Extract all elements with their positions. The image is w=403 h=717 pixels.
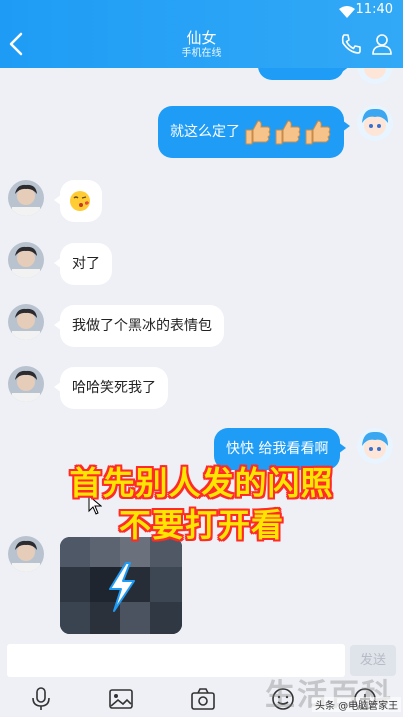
message-text: 对了 — [72, 256, 100, 272]
avatar[interactable] — [8, 242, 44, 278]
emoji-kiss-icon — [69, 190, 91, 217]
chat-header: 11:40 仙女 手机在线 — [0, 0, 403, 68]
avatar[interactable] — [8, 366, 44, 402]
message-bubble-incoming[interactable] — [54, 180, 102, 222]
message-list[interactable]: 就这么定了 对了 我做了个黑冰的表情包 哈哈笑死我了 快快 给我看看啊 — [0, 68, 403, 641]
avatar[interactable] — [357, 68, 393, 84]
message-text: 快快 给我看看啊 — [226, 441, 329, 457]
message-bubble-incoming[interactable]: 哈哈笑死我了 — [54, 367, 168, 409]
person-icon[interactable] — [370, 32, 394, 56]
message-text: 哈哈笑死我了 — [72, 380, 156, 396]
message-text: 我做了个黑冰的表情包 — [72, 318, 212, 334]
caption-line-1: 首先别人发的闪照 — [69, 464, 334, 502]
phone-icon[interactable] — [339, 32, 363, 56]
camera-icon[interactable] — [190, 687, 216, 711]
message-bubble-outgoing[interactable]: 就这么定了 — [158, 106, 350, 158]
message-bubble-incoming[interactable]: 对了 — [54, 243, 112, 285]
message-text: 就这么定了 — [170, 124, 240, 140]
status-time: 11:40 — [355, 2, 393, 17]
avatar[interactable] — [8, 304, 44, 340]
message-bubble-incoming[interactable]: 我做了个黑冰的表情包 — [54, 305, 224, 347]
message-bubble-partial — [258, 68, 350, 80]
status-bar: 11:40 — [0, 0, 403, 20]
flash-photo-message[interactable] — [60, 537, 182, 634]
avatar[interactable] — [8, 180, 44, 216]
microphone-icon[interactable] — [28, 687, 54, 711]
image-icon[interactable] — [108, 687, 134, 711]
wifi-icon — [339, 3, 355, 22]
watermark-credit: 头条 @电脑管家王 — [312, 697, 402, 712]
caption-line-2: 不要打开看 — [118, 506, 284, 544]
thumbs-up-icon — [244, 118, 332, 151]
avatar[interactable] — [357, 105, 393, 141]
